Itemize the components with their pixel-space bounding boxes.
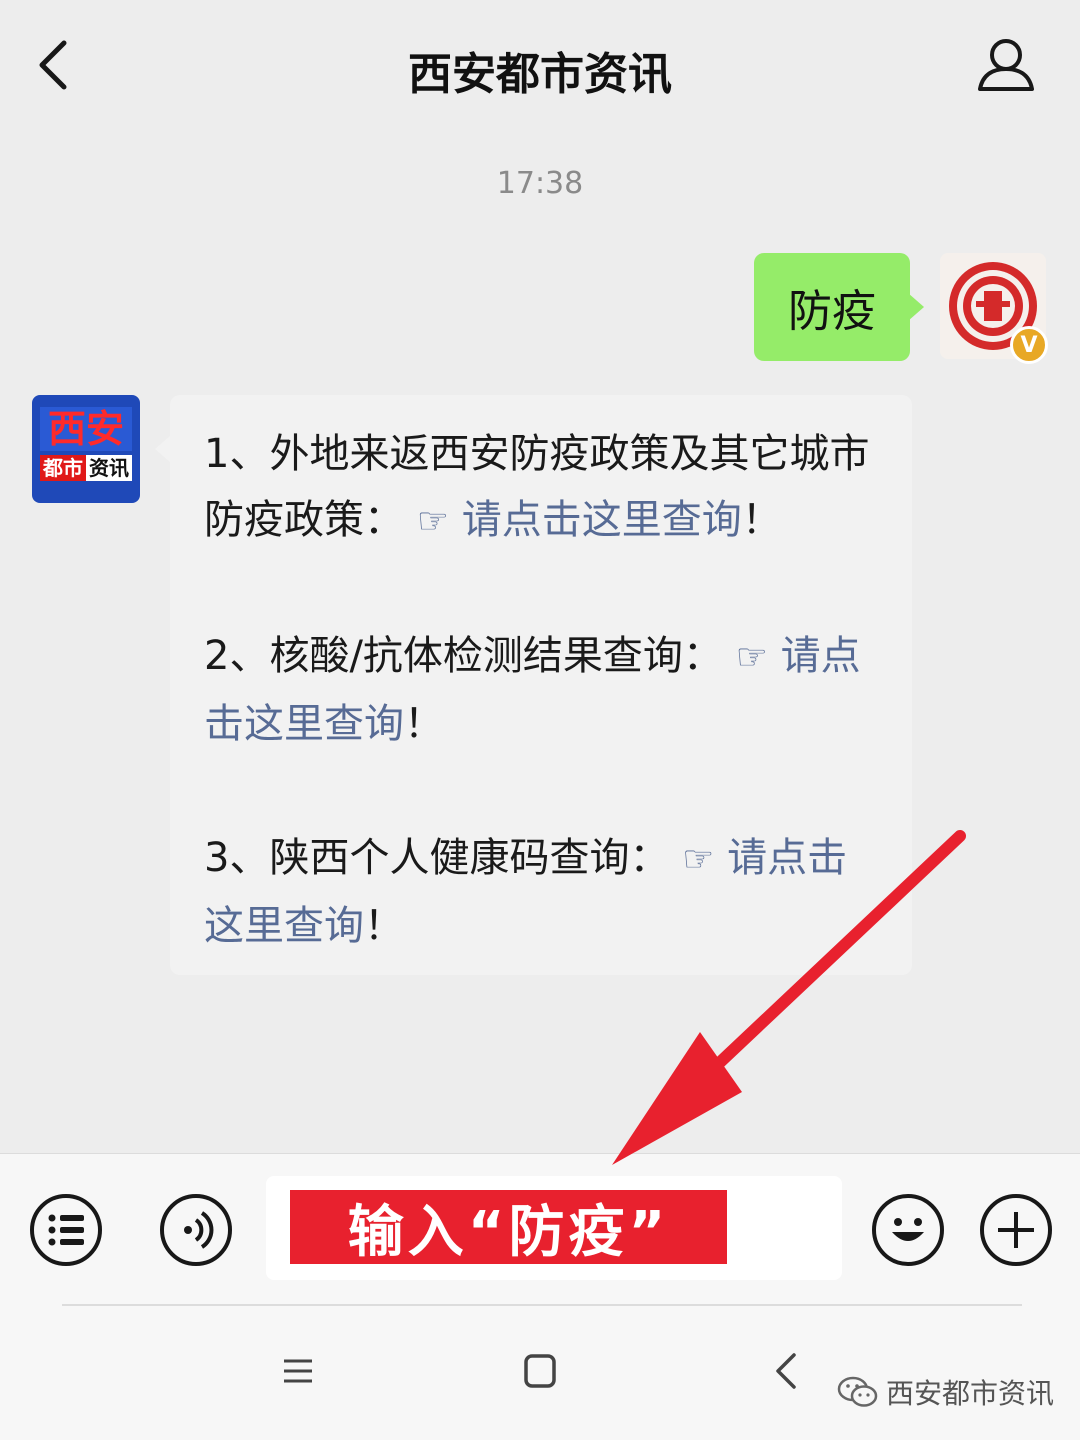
query-link[interactable]: 请点击这里查询 (462, 497, 742, 543)
message-item: 3、陕西个人健康码查询： ☞ 请点击这里查询！ (204, 825, 882, 959)
profile-button[interactable] (975, 35, 1037, 95)
menu-button[interactable] (30, 1194, 102, 1266)
message-item: 1、外地来返西安防疫政策及其它城市防疫政策： ☞ 请点击这里查询！ (204, 421, 882, 555)
plus-icon (998, 1212, 1034, 1248)
avatar-logo-bottom: 都市 资讯 (40, 455, 132, 481)
chat-title: 西安都市资讯 (408, 49, 672, 100)
recent-apps-icon[interactable] (278, 1351, 318, 1391)
item-suffix: ！ (741, 497, 782, 543)
item-suffix: ！ (364, 903, 404, 949)
received-message-bubble: 1、外地来返西安防疫政策及其它城市防疫政策： ☞ 请点击这里查询！ 2、核酸/抗… (155, 395, 912, 975)
avatar-logo-top: 西安 (40, 407, 132, 451)
watermark-text: 西安都市资讯 (886, 1377, 1055, 1410)
avatar-logo-left: 都市 (40, 455, 86, 481)
verified-badge: V (1010, 326, 1048, 364)
nav-back-icon[interactable] (772, 1351, 802, 1391)
home-icon[interactable] (520, 1351, 560, 1391)
voice-icon (184, 1211, 214, 1249)
person-icon (978, 39, 1034, 91)
official-account-avatar[interactable]: 西安 都市 资讯 (32, 395, 140, 503)
plus-button[interactable] (980, 1194, 1052, 1266)
top-bar: 西安都市资讯 (0, 0, 1080, 130)
list-menu-icon (48, 1214, 84, 1246)
sent-message-bubble[interactable]: 防疫 (754, 253, 924, 361)
pointing-hand-icon: ☞ (682, 839, 715, 880)
avatar-logo-right: 资讯 (86, 455, 132, 481)
sent-message-text: 防疫 (788, 286, 876, 337)
emoji-icon (892, 1218, 924, 1241)
voice-button[interactable] (160, 1194, 232, 1266)
item-text: 2、核酸/抗体检测结果查询： (204, 633, 723, 679)
wechat-watermark: 西安都市资讯 (836, 1372, 1054, 1412)
pointing-hand-icon: ☞ (735, 637, 768, 678)
message-timestamp: 17:38 (496, 166, 584, 201)
instruction-banner: 输入“防疫” (290, 1190, 727, 1265)
message-item: 2、核酸/抗体检测结果查询： ☞ 请点击这里查询！ (204, 623, 882, 757)
item-text: 3、陕西个人健康码查询： (204, 835, 670, 881)
divider (62, 1304, 1022, 1306)
wechat-logo-icon (837, 1376, 878, 1407)
pointing-hand-icon: ☞ (416, 501, 449, 542)
emoji-button[interactable] (872, 1194, 944, 1266)
item-suffix: ！ (404, 701, 444, 747)
